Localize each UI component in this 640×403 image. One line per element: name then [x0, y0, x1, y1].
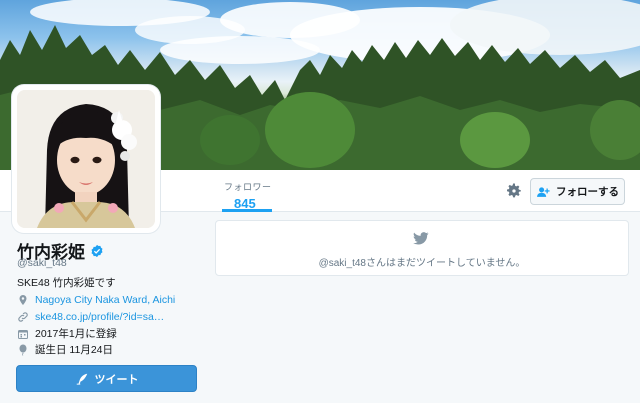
timeline-empty-card: @saki_t48さんはまだツイートしていません。	[215, 220, 629, 276]
tweet-to-user-button[interactable]: ツイート	[16, 365, 197, 392]
user-actions-gear-button[interactable]	[505, 182, 523, 200]
birthday-text: 誕生日 11月24日	[35, 344, 113, 356]
profile-handle[interactable]: @saki_t48	[17, 257, 67, 269]
verified-badge-icon	[91, 244, 103, 257]
balloon-icon	[19, 344, 27, 356]
follow-button-label: フォローする	[556, 186, 619, 198]
profile-website: ske48.co.jp/profile/?id=sa…	[17, 311, 164, 323]
calendar-icon	[18, 329, 28, 339]
quill-icon	[76, 373, 87, 385]
stat-label: フォロワー	[224, 182, 272, 192]
empty-timeline-message: @saki_t48さんはまだツイートしていません。	[318, 258, 526, 269]
profile-location: Nagoya City Naka Ward, Aichi	[17, 294, 175, 306]
active-stat-indicator	[222, 209, 272, 212]
link-icon	[18, 312, 28, 322]
profile-bio: SKE48 竹内彩姫です	[17, 277, 116, 289]
avatar-photo	[17, 90, 155, 228]
twitter-bird-icon	[413, 232, 429, 245]
website-link[interactable]: ske48.co.jp/profile/?id=sa…	[35, 311, 164, 323]
follow-person-icon	[537, 186, 550, 197]
joined-text: 2017年1月に登録	[35, 328, 117, 340]
location-text[interactable]: Nagoya City Naka Ward, Aichi	[35, 294, 175, 306]
tweet-button-label: ツイート	[94, 373, 139, 386]
avatar[interactable]	[12, 85, 160, 233]
profile-birthday: 誕生日 11月24日	[17, 342, 113, 357]
follow-button[interactable]: フォローする	[530, 178, 625, 205]
profile-joined: 2017年1月に登録	[17, 326, 117, 341]
stat-followers[interactable]: フォロワー 845	[224, 180, 284, 211]
location-pin-icon	[19, 295, 27, 305]
gear-icon	[507, 183, 521, 198]
